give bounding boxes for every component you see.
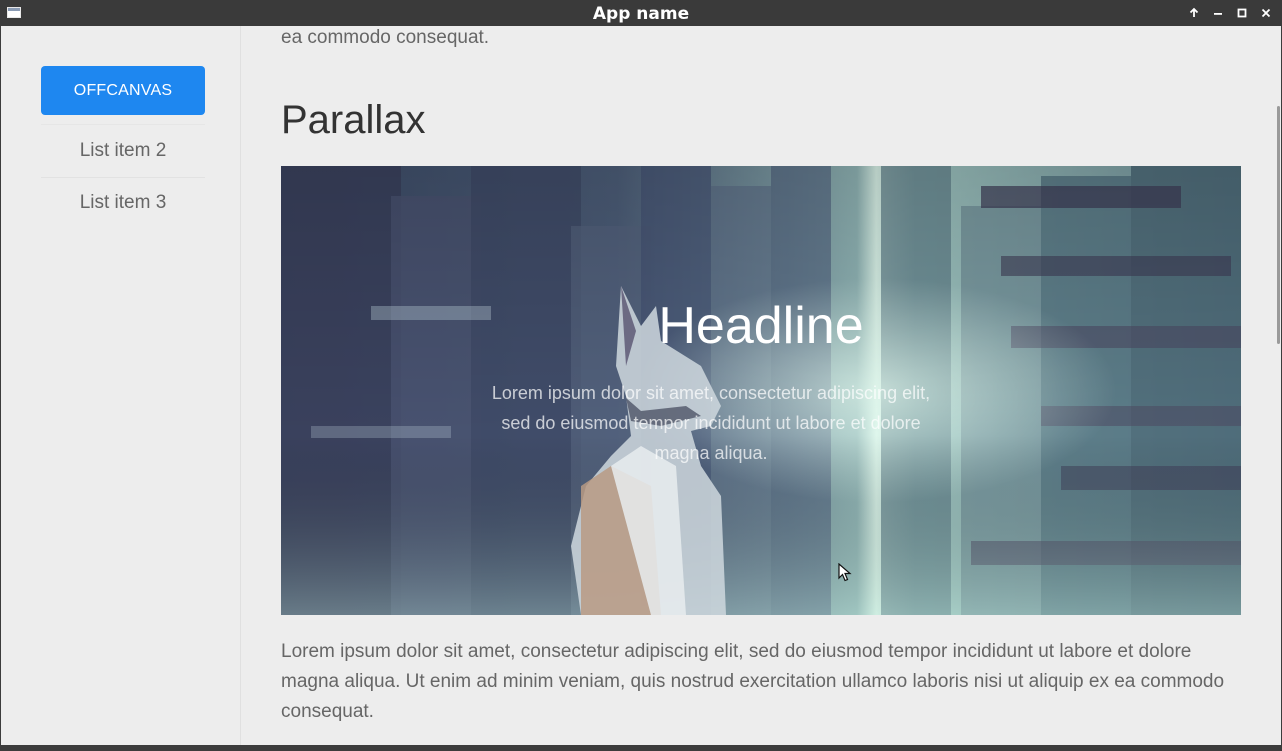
parallax-hero: Headline Lorem ipsum dolor sit amet, con…	[281, 166, 1241, 615]
window-bottom-border	[0, 745, 1282, 751]
sidebar-item-list-item-3[interactable]: List item 3	[41, 177, 205, 228]
body-paragraph: Lorem ipsum dolor sit amet, consectetur …	[281, 641, 1225, 722]
section-title: Parallax	[281, 98, 426, 142]
hero-headline: Headline	[281, 294, 1241, 358]
mouse-cursor-icon	[838, 563, 852, 582]
client-area: OFFCANVAS List item 2 List item 3 ea com…	[1, 26, 1281, 745]
hero-headline-text: Headline	[658, 297, 864, 355]
minimize-icon[interactable]	[1209, 4, 1227, 22]
app-window: App name OFFCANVAS List item 2 List item…	[0, 0, 1282, 751]
divider	[41, 124, 205, 125]
sidebar-item-list-item-2[interactable]: List item 2	[41, 126, 205, 176]
close-icon[interactable]	[1257, 4, 1275, 22]
hero-text: Lorem ipsum dolor sit amet, consectetur …	[491, 383, 931, 463]
scrollbar-thumb[interactable]	[1277, 106, 1280, 344]
maximize-icon[interactable]	[1233, 4, 1251, 22]
window-title: App name	[592, 4, 690, 24]
main-content: ea commodo consequat. Parallax Headline …	[241, 26, 1275, 745]
arrow-up-icon[interactable]	[1185, 4, 1203, 22]
title-bar[interactable]: App name	[0, 0, 1282, 26]
sidebar: OFFCANVAS List item 2 List item 3	[1, 26, 241, 745]
top-paragraph-tail: ea commodo consequat.	[281, 27, 490, 48]
offcanvas-button[interactable]: OFFCANVAS	[41, 66, 205, 115]
